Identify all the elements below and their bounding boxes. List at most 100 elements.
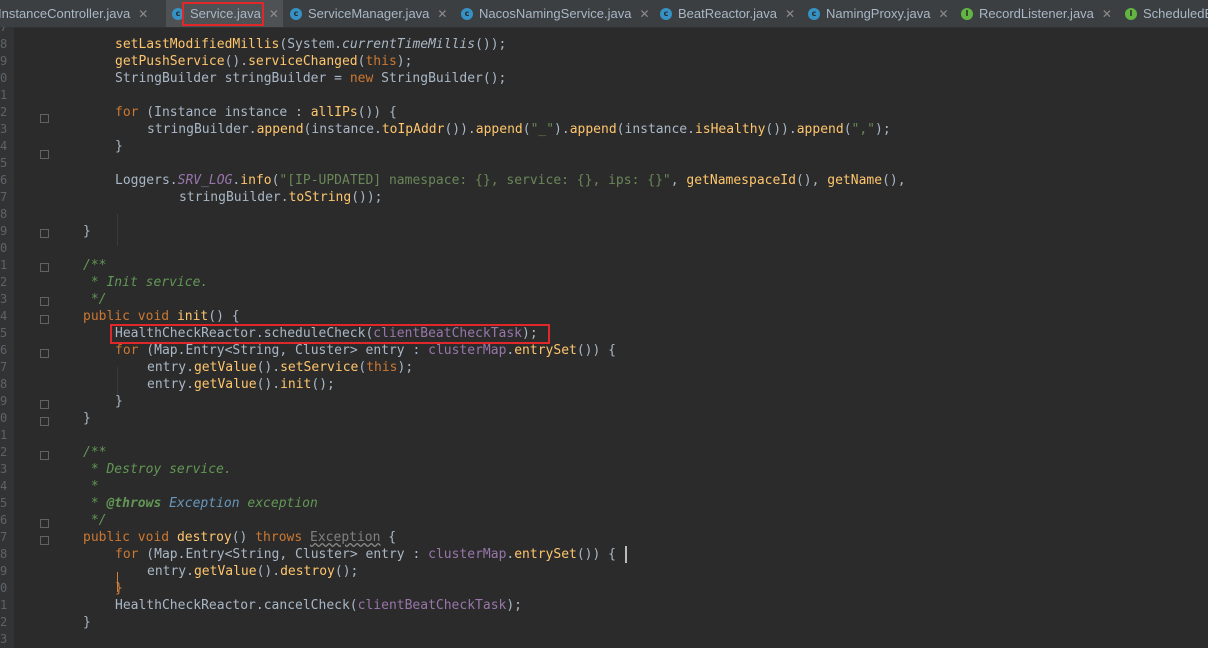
code-line: entry.getValue().setService(this);: [147, 360, 414, 375]
code-line: /**: [83, 445, 107, 460]
line-number: 6: [0, 513, 8, 527]
line-number: 2: [0, 275, 8, 289]
code-line: /**: [83, 258, 107, 273]
fold-marker[interactable]: [40, 451, 49, 460]
code-line: }: [115, 394, 123, 409]
tab-label: InstanceController.java: [0, 6, 131, 21]
close-icon[interactable]: ✕: [939, 7, 949, 21]
code-line: * Destroy service.: [83, 462, 232, 477]
code-highlight-box: [110, 324, 550, 344]
class-icon: c: [461, 7, 473, 20]
code-line: entry.getValue().init();: [147, 377, 335, 392]
tab-scheduled[interactable]: I ScheduledE: [1125, 0, 1208, 27]
tab-label: NamingProxy.java: [826, 6, 931, 21]
line-number: 9: [0, 564, 8, 578]
tab-label: RecordListener.java: [979, 6, 1094, 21]
class-icon: c: [290, 7, 302, 20]
code-line: * @throws Exception exception: [83, 496, 318, 511]
line-number: 3: [0, 122, 8, 136]
close-icon[interactable]: ✕: [138, 7, 148, 21]
tab-naming-proxy[interactable]: c NamingProxy.java ✕: [808, 0, 949, 27]
fold-marker[interactable]: [40, 349, 49, 358]
close-icon[interactable]: ✕: [785, 7, 795, 21]
line-number: 8: [0, 37, 8, 51]
line-number: 3: [0, 292, 8, 306]
code-line: stringBuilder.toString());: [179, 190, 383, 205]
tab-instance-controller[interactable]: InstanceController.java ✕: [0, 0, 148, 27]
code-line: stringBuilder.append(instance.toIpAddr()…: [147, 122, 891, 137]
text-cursor: [625, 546, 627, 563]
code-line: setLastModifiedMillis(System.currentTime…: [115, 37, 507, 52]
tab-label: BeatReactor.java: [678, 6, 778, 21]
code-line: * Init service.: [83, 275, 209, 290]
tab-label: ScheduledE: [1143, 6, 1208, 21]
line-number: 6: [0, 173, 8, 187]
line-number: 7: [0, 190, 8, 204]
tab-record-listener[interactable]: I RecordListener.java ✕: [961, 0, 1112, 27]
code-line: getPushService().serviceChanged(this);: [115, 54, 413, 69]
line-number: 9: [0, 394, 8, 408]
code-line: HealthCheckReactor.cancelCheck(clientBea…: [115, 598, 523, 613]
fold-marker[interactable]: [40, 519, 49, 528]
line-number: 5: [0, 156, 8, 170]
code-line: Loggers.SRV_LOG.info("[IP-UPDATED] names…: [115, 173, 906, 188]
code-line: */: [83, 292, 107, 307]
line-number: 0: [0, 241, 8, 255]
line-number: 1: [0, 598, 8, 612]
fold-marker[interactable]: [40, 400, 49, 409]
line-number: 7: [0, 27, 8, 34]
line-number: 5: [0, 496, 8, 510]
fold-marker[interactable]: [40, 263, 49, 272]
line-number: 8: [0, 547, 8, 561]
fold-marker[interactable]: [40, 297, 49, 306]
tab-highlight-box: [182, 2, 264, 26]
close-icon[interactable]: ✕: [1102, 7, 1112, 21]
close-icon[interactable]: ✕: [639, 7, 649, 21]
code-line: for (Instance instance : allIPs()) {: [115, 105, 397, 120]
line-number: 7: [0, 360, 8, 374]
line-number: 0: [0, 71, 8, 85]
code-line: for (Map.Entry<String, Cluster> entry : …: [115, 343, 616, 358]
code-line: entry.getValue().destroy();: [147, 564, 359, 579]
tab-label: NacosNamingService.java: [479, 6, 632, 21]
class-icon: c: [660, 7, 672, 20]
line-number: 1: [0, 428, 8, 442]
tab-beat-reactor[interactable]: c BeatReactor.java ✕: [660, 0, 795, 27]
line-number: 8: [0, 207, 8, 221]
line-number: 5: [0, 326, 8, 340]
close-icon[interactable]: ✕: [269, 7, 279, 21]
code-line: }: [83, 224, 91, 239]
code-editor[interactable]: 7 8 9 0 1 2 3 4 5 6 7 8 9 0 1 2 3 4 5 6 7 8 9 0 1 2 3 4 5 6 7 8 9 0 1 2 3 se…: [0, 27, 1208, 648]
code-line: public void destroy() throws Exception {: [83, 530, 397, 545]
code-line: }: [115, 139, 123, 154]
class-icon: c: [808, 7, 820, 20]
line-number: 0: [0, 411, 8, 425]
line-number: 4: [0, 309, 8, 323]
line-number: 3: [0, 632, 8, 646]
fold-marker[interactable]: [40, 417, 49, 426]
code-line: }: [83, 615, 91, 630]
line-number: 4: [0, 479, 8, 493]
line-number: 2: [0, 615, 8, 629]
interface-icon: I: [961, 7, 973, 20]
fold-marker[interactable]: [40, 114, 49, 123]
code-line: StringBuilder stringBuilder = new String…: [115, 71, 507, 86]
line-number: 1: [0, 258, 8, 272]
line-number: 6: [0, 343, 8, 357]
code-line: *: [83, 479, 99, 494]
fold-marker[interactable]: [40, 536, 49, 545]
interface-icon: I: [1125, 7, 1137, 20]
code-line: public void init() {: [83, 309, 240, 324]
close-icon[interactable]: ✕: [437, 7, 447, 21]
line-number: 1: [0, 88, 8, 102]
fold-marker[interactable]: [40, 315, 49, 324]
tab-service-manager[interactable]: c ServiceManager.java ✕: [290, 0, 447, 27]
fold-marker[interactable]: [40, 150, 49, 159]
line-number: 8: [0, 377, 8, 391]
tab-nacos-naming-service[interactable]: c NacosNamingService.java ✕: [461, 0, 650, 27]
code-line: */: [83, 513, 107, 528]
line-number: 3: [0, 462, 8, 476]
fold-marker[interactable]: [40, 229, 49, 238]
code-line: }: [115, 581, 123, 596]
code-line: for (Map.Entry<String, Cluster> entry : …: [115, 547, 616, 562]
